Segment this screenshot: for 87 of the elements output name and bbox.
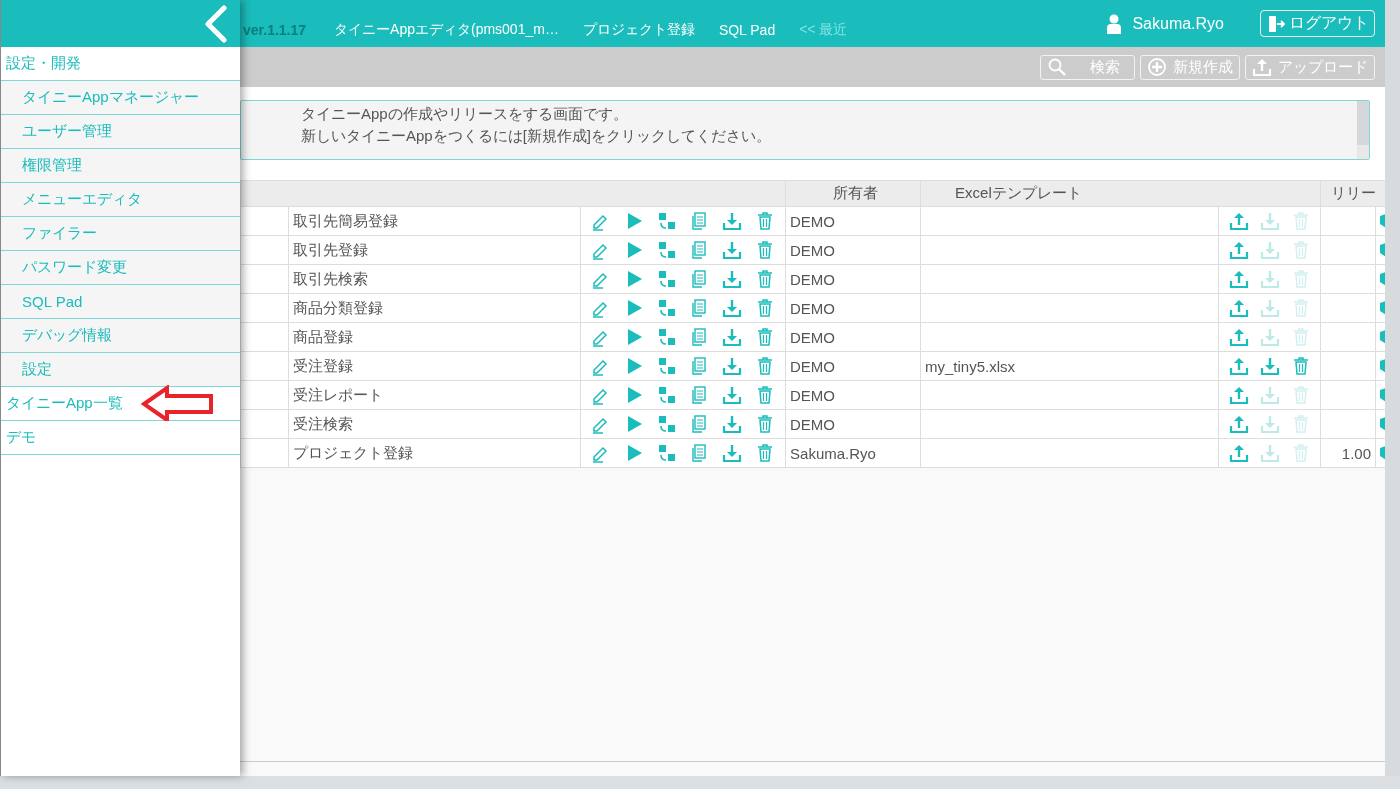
menu-item[interactable]: パスワード変更 [1, 251, 240, 285]
menu-item[interactable]: タイニーApp一覧 [1, 387, 240, 421]
download-icon[interactable] [1259, 240, 1280, 260]
translate-icon[interactable] [656, 298, 677, 318]
download-icon[interactable] [722, 443, 742, 463]
download-icon[interactable] [722, 356, 742, 376]
download-icon[interactable] [1259, 356, 1280, 376]
upload-icon[interactable] [1228, 356, 1249, 376]
translate-icon[interactable] [656, 385, 677, 405]
translate-icon[interactable] [656, 269, 677, 289]
menu-item[interactable]: 設定・開発 [1, 47, 240, 81]
logout-icon [1266, 13, 1286, 34]
column-header: Excelテンプレート [955, 184, 1082, 201]
table-cell: my_tiny5.xlsx [925, 357, 1016, 375]
description-text: 新しいタイニーAppをつくるには[新規作成]をクリックしてください。 [301, 126, 773, 146]
menu-item[interactable]: デモ [1, 421, 240, 455]
table-cell: DEMO [790, 357, 836, 375]
translate-icon[interactable] [656, 414, 677, 434]
table-cell: DEMO [790, 212, 836, 230]
recent-link[interactable]: << 最近 [799, 20, 848, 39]
download-icon[interactable] [722, 327, 742, 347]
menu-item[interactable]: 設定 [1, 353, 240, 387]
menu-item[interactable]: ユーザー管理 [1, 115, 240, 149]
menu-item[interactable]: 権限管理 [1, 149, 240, 183]
download-icon[interactable] [722, 240, 742, 260]
table-cell: 取引先登録 [293, 240, 368, 258]
table-cell: 商品登録 [293, 327, 353, 345]
nav-link[interactable]: プロジェクト登録 [582, 20, 695, 39]
translate-icon[interactable] [656, 443, 677, 463]
upload-icon[interactable] [1228, 211, 1249, 231]
table-cell: Sakuma.Ryo [790, 444, 876, 462]
download-icon[interactable] [1259, 385, 1280, 405]
upload-icon[interactable] [1228, 240, 1249, 260]
download-icon[interactable] [1259, 327, 1280, 347]
translate-icon[interactable] [656, 356, 677, 376]
menu-item[interactable]: ファイラー [1, 217, 240, 251]
column-header: 所有者 [832, 184, 878, 201]
download-icon[interactable] [722, 298, 742, 318]
horizontal-scrollbar[interactable] [0, 776, 1400, 789]
plus-icon [1147, 57, 1167, 77]
download-icon[interactable] [1259, 414, 1280, 434]
upload-icon[interactable] [1228, 327, 1249, 347]
upload-icon [1252, 57, 1272, 77]
upload-icon[interactable] [1228, 414, 1249, 434]
upload-icon[interactable] [1228, 385, 1249, 405]
menu-item[interactable]: タイニーAppマネージャー [1, 81, 240, 115]
download-icon[interactable] [722, 269, 742, 289]
table-cell: 1.00 [1341, 444, 1372, 462]
table-cell: DEMO [790, 299, 836, 317]
table-cell: DEMO [790, 386, 836, 404]
upload-icon[interactable] [1228, 298, 1249, 318]
table-cell: 商品分類登録 [293, 298, 383, 316]
download-icon[interactable] [722, 385, 742, 405]
download-icon[interactable] [1259, 211, 1280, 231]
panel-scrollbar[interactable] [1357, 101, 1369, 159]
table-cell: DEMO [790, 241, 836, 259]
table-cell: 取引先簡易登録 [293, 211, 398, 229]
search-icon [1047, 57, 1067, 77]
user-name: Sakuma.Ryo [1132, 14, 1224, 33]
nav-link[interactable]: SQL Pad [718, 21, 776, 38]
table-cell: プロジェクト登録 [293, 443, 413, 461]
table-cell: DEMO [790, 328, 836, 346]
download-icon[interactable] [1259, 298, 1280, 318]
download-icon[interactable] [1259, 443, 1280, 463]
column-header: リリー [1331, 184, 1377, 201]
vertical-scrollbar[interactable] [1385, 0, 1400, 776]
table-cell: 受注レポート [293, 385, 383, 403]
table-cell: 取引先検索 [293, 269, 368, 287]
upload-icon[interactable] [1228, 443, 1249, 463]
nav-link[interactable]: タイニーAppエディタ(pms001_m… [334, 20, 559, 39]
upload-icon[interactable] [1228, 269, 1249, 289]
menu-item[interactable]: SQL Pad [1, 285, 240, 319]
download-icon[interactable] [722, 414, 742, 434]
table-cell: DEMO [790, 415, 836, 433]
description-text: タイニーAppの作成やリリースをする画面です。 [301, 104, 629, 124]
translate-icon[interactable] [656, 327, 677, 347]
translate-icon[interactable] [656, 240, 677, 260]
download-icon[interactable] [1259, 269, 1280, 289]
table-cell: DEMO [790, 270, 836, 288]
download-icon[interactable] [722, 211, 742, 231]
logout-button[interactable]: ログアウト [1260, 10, 1375, 37]
table-cell: 受注登録 [293, 356, 353, 374]
menu-item[interactable]: メニューエディタ [1, 183, 240, 217]
version-label: ver.1.1.17 [243, 21, 307, 38]
menu-item[interactable]: デバッグ情報 [1, 319, 240, 353]
table-cell: 受注検索 [293, 414, 353, 432]
translate-icon[interactable] [656, 211, 677, 231]
